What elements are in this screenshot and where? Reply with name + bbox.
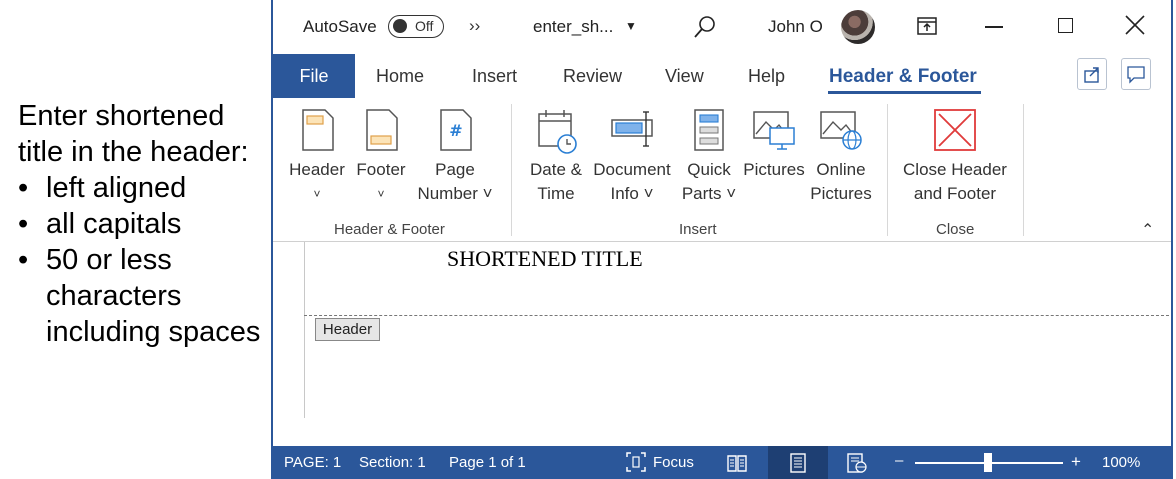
ribbon: Header ˅ Footer ˅ # Page Number ˅ Header… xyxy=(273,100,1171,242)
active-tab-indicator xyxy=(828,91,981,94)
instruction-item: 50 or less characters including spaces xyxy=(18,242,270,350)
page-indicator[interactable]: PAGE: 1 xyxy=(284,454,341,471)
share-button[interactable] xyxy=(1077,58,1107,90)
instructions-panel: Enter shortened title in the header: lef… xyxy=(18,98,270,350)
ribbon-display-options-icon[interactable] xyxy=(916,15,938,37)
zoom-level[interactable]: 100% xyxy=(1102,454,1140,471)
tab-view[interactable]: View xyxy=(665,66,704,87)
instructions-title: Enter shortened title in the header: xyxy=(18,100,249,168)
quick-parts-icon xyxy=(694,109,724,151)
group-separator xyxy=(1023,104,1024,236)
word-window: AutoSave Off ›› enter_sh... ▼ John O Fil… xyxy=(271,0,1173,479)
date-time-button[interactable]: Date & Time xyxy=(525,100,587,206)
page-number-icon: # xyxy=(440,109,472,151)
document-info-icon xyxy=(611,111,653,147)
tab-header-footer[interactable]: Header & Footer xyxy=(829,66,977,88)
ribbon-tabs: File Home Insert Review View Help Header… xyxy=(273,54,1171,100)
focus-icon[interactable] xyxy=(625,451,647,473)
search-icon[interactable] xyxy=(693,14,717,40)
tab-home[interactable]: Home xyxy=(376,66,424,87)
quick-parts-button[interactable]: Quick Parts ˅ xyxy=(677,100,741,206)
group-separator xyxy=(511,104,512,236)
online-pictures-button[interactable]: Online Pictures xyxy=(809,100,873,206)
tab-file[interactable]: File xyxy=(273,54,355,98)
read-mode-icon[interactable] xyxy=(726,452,748,474)
header-text[interactable]: SHORTENED TITLE xyxy=(447,246,643,272)
close-red-x-icon xyxy=(934,109,976,151)
autosave-state: Off xyxy=(415,18,434,34)
group-label-close: Close xyxy=(936,221,975,238)
instruction-item: left aligned xyxy=(18,170,270,206)
print-layout-icon[interactable] xyxy=(787,452,809,474)
zoom-out-button[interactable]: – xyxy=(895,452,903,469)
tab-review[interactable]: Review xyxy=(563,66,622,87)
document-info-button[interactable]: Document Info ˅ xyxy=(589,100,675,206)
comments-button[interactable] xyxy=(1121,58,1151,90)
group-separator xyxy=(887,104,888,236)
zoom-slider-thumb[interactable] xyxy=(984,453,992,472)
pictures-icon xyxy=(753,111,795,150)
maximize-button[interactable] xyxy=(1058,18,1073,33)
group-label-header-footer: Header & Footer xyxy=(334,221,445,238)
close-window-button[interactable] xyxy=(1123,13,1147,37)
document-name[interactable]: enter_sh... xyxy=(533,17,613,37)
focus-label[interactable]: Focus xyxy=(653,454,694,471)
web-layout-icon[interactable] xyxy=(846,452,868,474)
comment-icon xyxy=(1127,66,1145,84)
section-indicator[interactable]: Section: 1 xyxy=(359,454,426,471)
zoom-in-button[interactable]: + xyxy=(1071,452,1081,472)
more-commands-button[interactable]: ›› xyxy=(469,16,480,36)
header-icon xyxy=(302,109,334,151)
calendar-clock-icon xyxy=(538,110,577,154)
footer-button[interactable]: Footer ˅ xyxy=(351,100,411,206)
share-icon xyxy=(1084,67,1099,83)
page-count[interactable]: Page 1 of 1 xyxy=(449,454,526,471)
pictures-button[interactable]: Pictures xyxy=(741,100,807,182)
tab-help[interactable]: Help xyxy=(748,66,785,87)
page-margin-line xyxy=(304,242,305,418)
instructions-list: left aligned all capitals 50 or less cha… xyxy=(18,170,270,350)
header-tag: Header xyxy=(315,318,380,341)
online-pictures-icon xyxy=(820,111,862,150)
footer-icon xyxy=(366,109,398,151)
status-bar: PAGE: 1 Section: 1 Page 1 of 1 Focus – +… xyxy=(273,446,1171,479)
close-header-footer-button[interactable]: Close Header and Footer xyxy=(897,100,1013,206)
svg-text:#: # xyxy=(449,121,462,140)
avatar[interactable] xyxy=(841,10,875,44)
autosave-label: AutoSave xyxy=(303,17,377,36)
toggle-knob xyxy=(393,19,407,33)
minimize-button[interactable] xyxy=(985,26,1003,28)
header-button[interactable]: Header ˅ xyxy=(287,100,347,206)
user-name[interactable]: John O xyxy=(768,17,823,37)
instruction-item: all capitals xyxy=(18,206,270,242)
group-label-insert: Insert xyxy=(679,221,717,238)
page-number-button[interactable]: # Page Number ˅ xyxy=(413,100,497,206)
title-bar: AutoSave Off ›› enter_sh... ▼ John O xyxy=(273,0,1171,54)
header-boundary xyxy=(304,315,1169,316)
document-area[interactable]: SHORTENED TITLE Header xyxy=(273,242,1171,446)
document-name-dropdown-icon[interactable]: ▼ xyxy=(625,19,637,33)
autosave-toggle[interactable]: Off xyxy=(388,15,444,38)
collapse-ribbon-icon[interactable]: ⌃ xyxy=(1141,220,1154,240)
tab-insert[interactable]: Insert xyxy=(472,66,517,87)
